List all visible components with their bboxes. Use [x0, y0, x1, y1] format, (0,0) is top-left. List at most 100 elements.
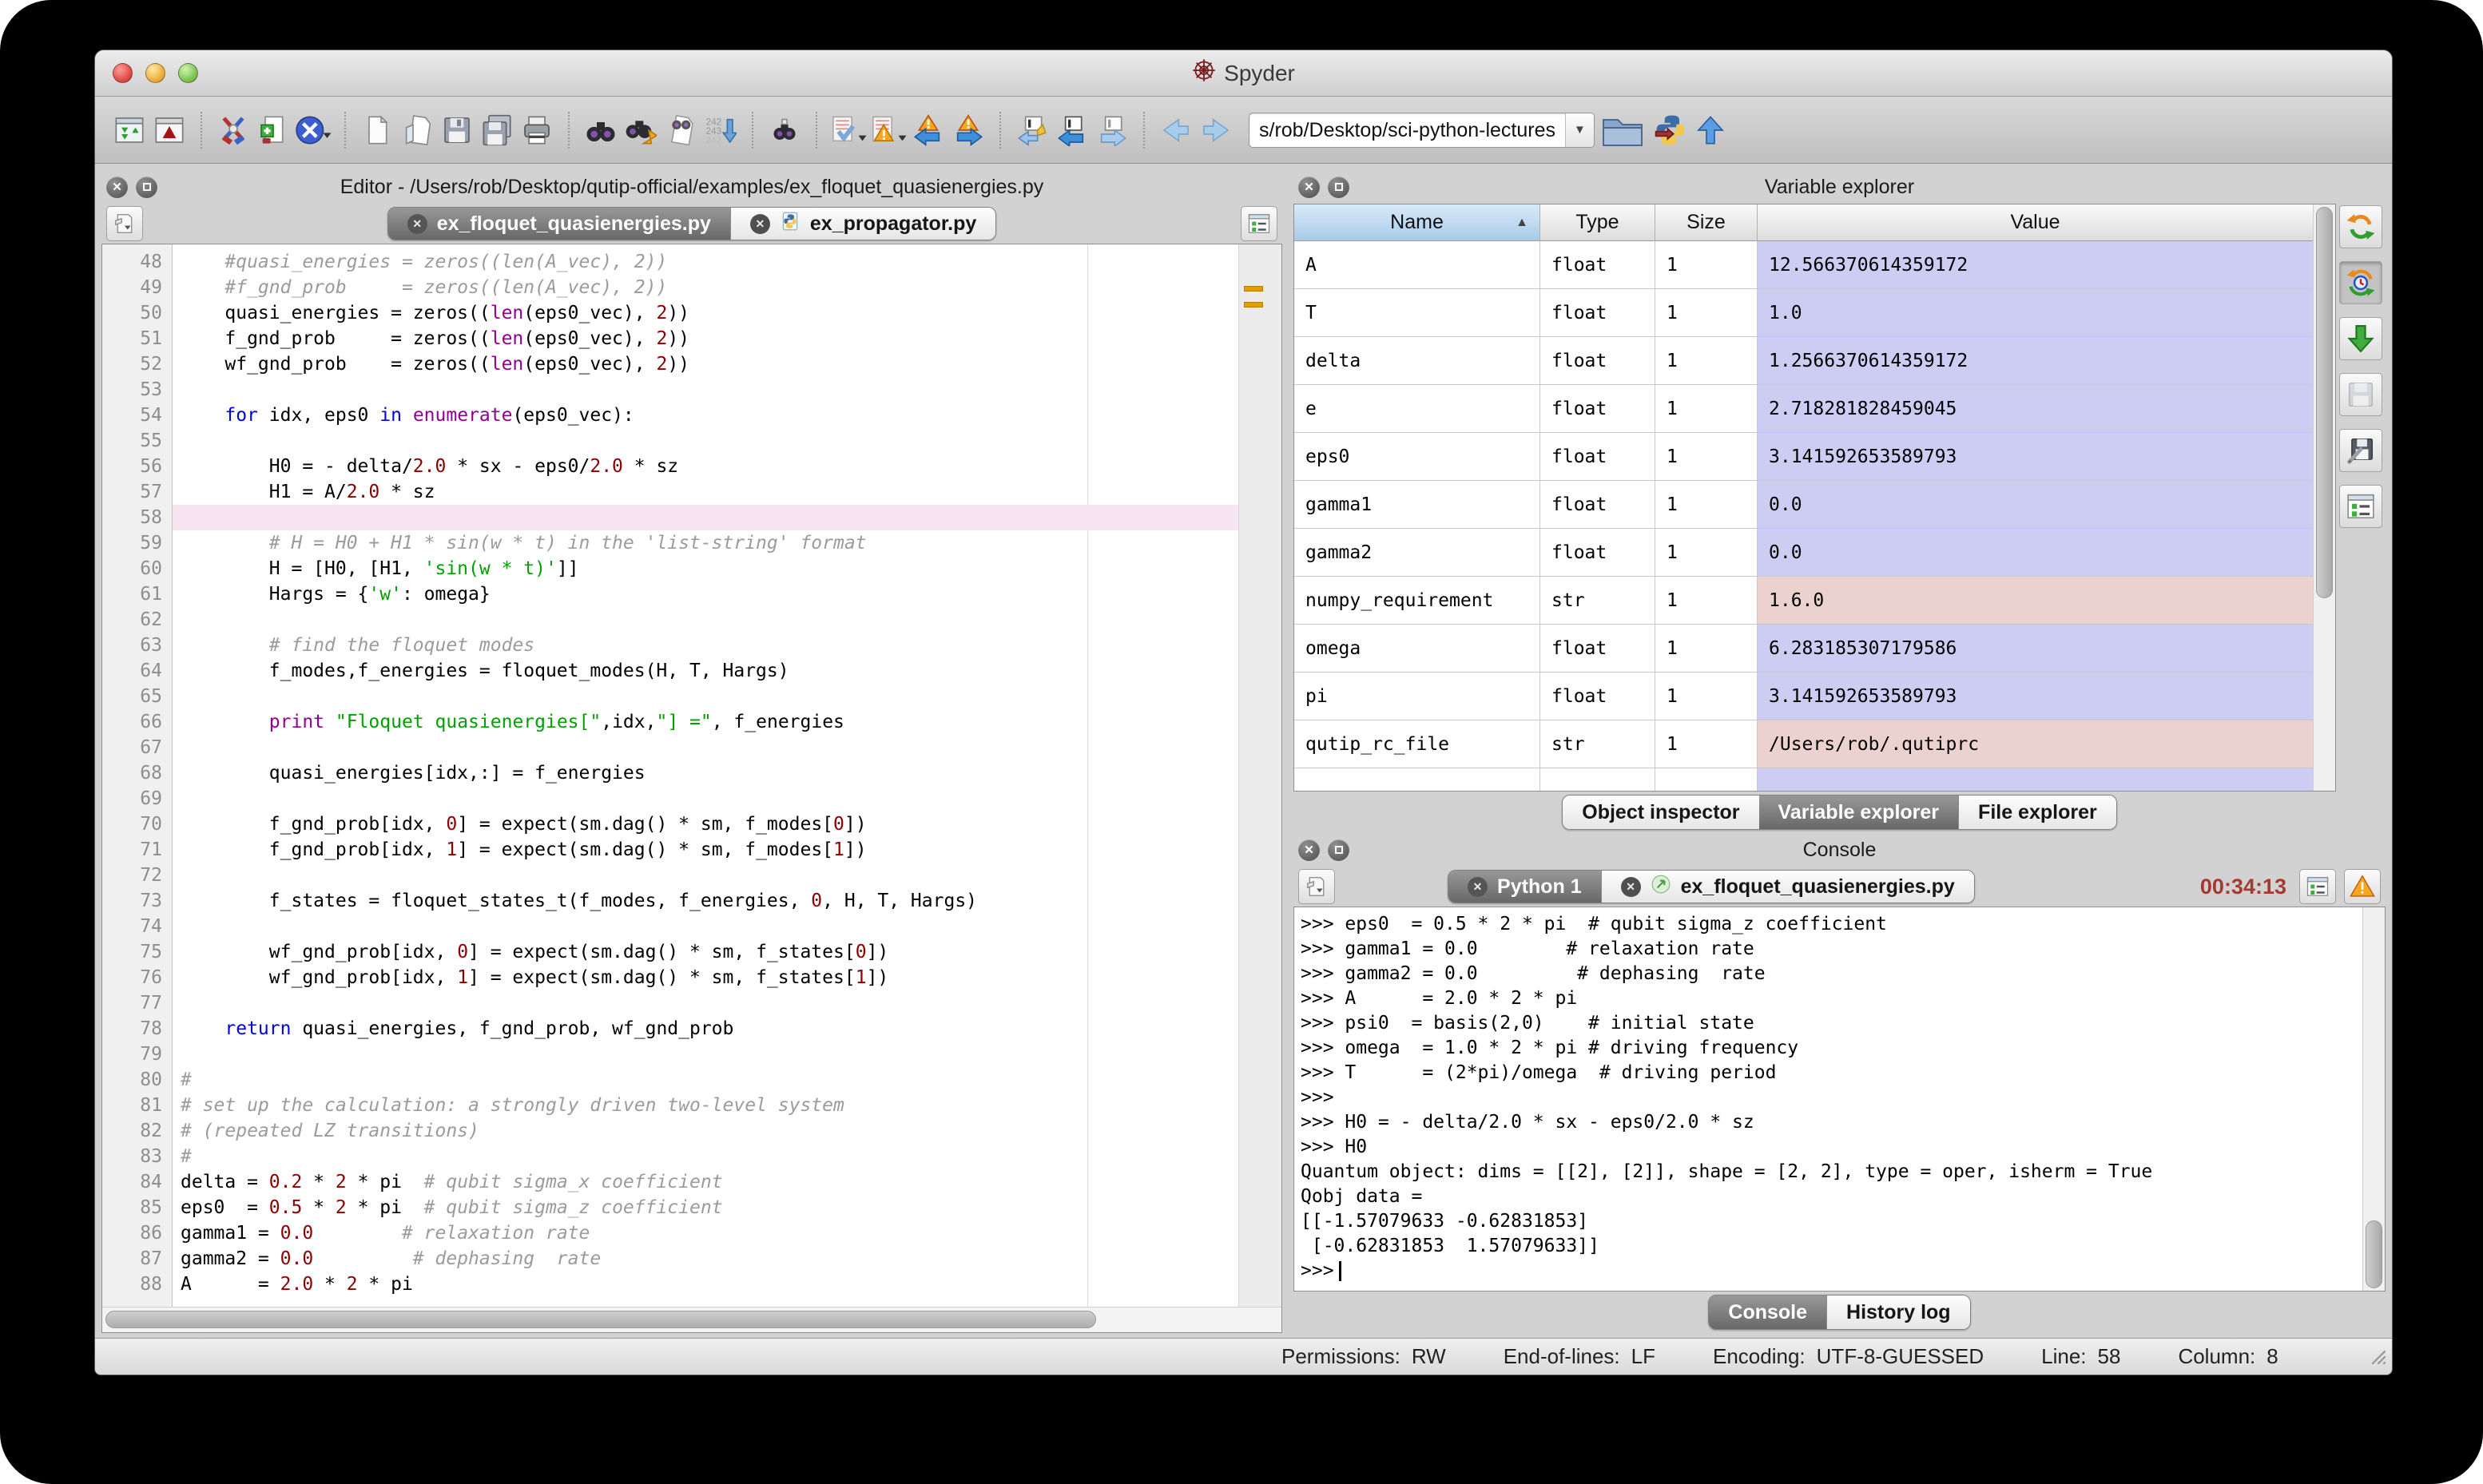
working-directory-value[interactable]: s/rob/Desktop/sci-python-lectures: [1249, 113, 1565, 147]
scrollbar-thumb[interactable]: [2316, 207, 2333, 598]
table-row[interactable]: gamma1float10.0: [1294, 481, 2313, 529]
code-line[interactable]: Hargs = {'w': omega}: [173, 581, 1238, 607]
cell-value[interactable]: 0.0: [1758, 529, 2313, 576]
minimize-window-button[interactable]: [145, 63, 165, 83]
find-replace-icon[interactable]: [621, 110, 661, 150]
panes-layout-icon[interactable]: [109, 110, 149, 150]
close-tab-icon[interactable]: ✕: [407, 214, 427, 234]
code-line[interactable]: quasi_energies[idx,:] = f_energies: [173, 760, 1238, 786]
code-line[interactable]: [173, 786, 1238, 811]
scrollbar-thumb[interactable]: [105, 1311, 1096, 1328]
column-header-type[interactable]: Type: [1540, 204, 1655, 241]
code-line[interactable]: f_modes,f_energies = floquet_modes(H, T,…: [173, 658, 1238, 684]
editor-close-pane-icon[interactable]: ✕: [106, 177, 128, 198]
find-icon[interactable]: [581, 110, 621, 150]
prev-cursor-icon[interactable]: [1052, 110, 1092, 150]
code-line[interactable]: f_gnd_prob[idx, 0] = expect(sm.dag() * s…: [173, 811, 1238, 837]
table-row[interactable]: Tfloat11.0: [1294, 289, 2313, 337]
last-edit-location-icon[interactable]: [1012, 110, 1052, 150]
column-header-name[interactable]: Name ▲: [1294, 204, 1540, 241]
code-line[interactable]: wf_gnd_prob[idx, 1] = expect(sm.dag() * …: [173, 965, 1238, 990]
code-line[interactable]: # set up the calculation: a strongly dri…: [173, 1093, 1238, 1118]
console-prompt-line[interactable]: >>>: [1301, 1259, 2362, 1284]
code-line[interactable]: H1 = A/2.0 * sz: [173, 479, 1238, 505]
cell-value[interactable]: 3.141592653589793: [1758, 673, 2313, 720]
code-line[interactable]: print "Floquet quasienergies[",idx,"] ="…: [173, 709, 1238, 735]
varexp-scrollbar[interactable]: [2313, 204, 2335, 791]
code-line[interactable]: [173, 684, 1238, 709]
back-icon[interactable]: [1156, 110, 1196, 150]
close-tab-icon[interactable]: ✕: [1621, 877, 1641, 897]
code-line[interactable]: [173, 505, 1238, 530]
code-line[interactable]: [173, 1042, 1238, 1067]
editor-options-icon[interactable]: [1241, 206, 1277, 241]
code-line[interactable]: [173, 863, 1238, 888]
code-line[interactable]: delta = 0.2 * 2 * pi # qubit sigma_x coe…: [173, 1169, 1238, 1195]
code-line[interactable]: [173, 377, 1238, 403]
next-cursor-icon[interactable]: [1092, 110, 1132, 150]
todo-marker[interactable]: [1244, 286, 1263, 292]
cell-value[interactable]: /Users/rob/.qutiprc: [1758, 720, 2313, 768]
code-line[interactable]: #quasi_energies = zeros((len(A_vec), 2)): [173, 249, 1238, 275]
resize-grip-icon[interactable]: [2365, 1343, 2387, 1371]
save-icon[interactable]: [437, 110, 477, 150]
code-line[interactable]: #: [173, 1144, 1238, 1169]
varexp-close-pane-icon[interactable]: ✕: [1298, 177, 1320, 198]
code-line[interactable]: #f_gnd_prob = zeros((len(A_vec), 2)): [173, 275, 1238, 300]
parent-directory-icon[interactable]: [1690, 110, 1730, 150]
cell-value[interactable]: 6.283185307179586: [1758, 625, 2313, 672]
code-line[interactable]: eps0 = 0.5 * 2 * pi # qubit sigma_z coef…: [173, 1195, 1238, 1220]
tab-object-inspector[interactable]: Object inspector: [1563, 796, 1758, 829]
cell-value[interactable]: 1.0: [1758, 289, 2313, 336]
close-tab-icon[interactable]: ✕: [750, 214, 770, 234]
editor-horizontal-scrollbar[interactable]: [102, 1307, 1281, 1332]
goto-line-icon[interactable]: 242243242: [701, 110, 741, 150]
column-header-size[interactable]: Size: [1655, 204, 1758, 241]
table-row[interactable]: [1294, 768, 2313, 791]
working-directory-combo[interactable]: s/rob/Desktop/sci-python-lectures ▼: [1249, 113, 1595, 148]
tab-ex-propagator[interactable]: ✕ ex_propagator.py: [730, 208, 995, 240]
tab-ex-floquet-quasienergies[interactable]: ✕ ex_floquet_quasienergies.py: [388, 208, 730, 240]
todo-marker[interactable]: [1244, 302, 1263, 308]
console-float-pane-icon[interactable]: [1328, 839, 1349, 861]
code-line[interactable]: [173, 990, 1238, 1016]
browse-tabs-icon[interactable]: [106, 206, 143, 241]
find-in-files-icon[interactable]: [661, 110, 701, 150]
code-line[interactable]: # H = H0 + H1 * sin(w * t) in the 'list-…: [173, 530, 1238, 556]
prev-warning-icon[interactable]: [908, 110, 948, 150]
code-line[interactable]: gamma1 = 0.0 # relaxation rate: [173, 1220, 1238, 1246]
code-line[interactable]: [173, 914, 1238, 939]
code-line[interactable]: #: [173, 1067, 1238, 1093]
refresh-icon[interactable]: [2339, 205, 2382, 248]
tab-variable-explorer[interactable]: Variable explorer: [1759, 796, 1959, 829]
code-line[interactable]: for idx, eps0 in enumerate(eps0_vec):: [173, 403, 1238, 428]
close-tab-icon[interactable]: ✕: [1468, 877, 1488, 897]
code-line[interactable]: wf_gnd_prob = zeros((len(eps0_vec), 2)): [173, 351, 1238, 377]
import-data-icon[interactable]: [2339, 317, 2382, 360]
cell-value[interactable]: 3.141592653589793: [1758, 433, 2313, 480]
cell-value[interactable]: 1.6.0: [1758, 577, 2313, 624]
table-row[interactable]: efloat12.718281828459045: [1294, 385, 2313, 433]
code-line[interactable]: [173, 428, 1238, 454]
console-options-icon[interactable]: [2299, 869, 2336, 904]
open-file-icon[interactable]: [397, 110, 437, 150]
tab-history-log[interactable]: History log: [1826, 1296, 1970, 1329]
scrollbar-thumb[interactable]: [2366, 1220, 2382, 1288]
scroll-marker-strip[interactable]: [1238, 244, 1281, 1307]
code-editor[interactable]: #quasi_energies = zeros((len(A_vec), 2))…: [173, 244, 1238, 1307]
cell-value[interactable]: 1.2566370614359172: [1758, 337, 2313, 384]
table-row[interactable]: qutip_rc_filestr1/Users/rob/.qutiprc: [1294, 720, 2313, 768]
console-close-pane-icon[interactable]: ✕: [1298, 839, 1320, 861]
print-icon[interactable]: [517, 110, 557, 150]
run-warning-icon[interactable]: [868, 110, 908, 150]
run-check-icon[interactable]: [828, 110, 868, 150]
table-row[interactable]: numpy_requirementstr11.6.0: [1294, 577, 2313, 625]
code-line[interactable]: gamma2 = 0.0 # dephasing rate: [173, 1246, 1238, 1272]
console-warning-icon[interactable]: [2344, 869, 2381, 904]
tab-console-script[interactable]: ✕ ex_floquet_quasienergies.py: [1601, 871, 1974, 903]
console-scrollbar[interactable]: [2362, 907, 2385, 1291]
browse-tabs-icon[interactable]: [1298, 869, 1335, 904]
console-output[interactable]: >>> eps0 = 0.5 * 2 * pi # qubit sigma_z …: [1294, 907, 2362, 1291]
table-row[interactable]: omegafloat16.283185307179586: [1294, 625, 2313, 673]
save-data-as-icon[interactable]: [2339, 429, 2382, 472]
